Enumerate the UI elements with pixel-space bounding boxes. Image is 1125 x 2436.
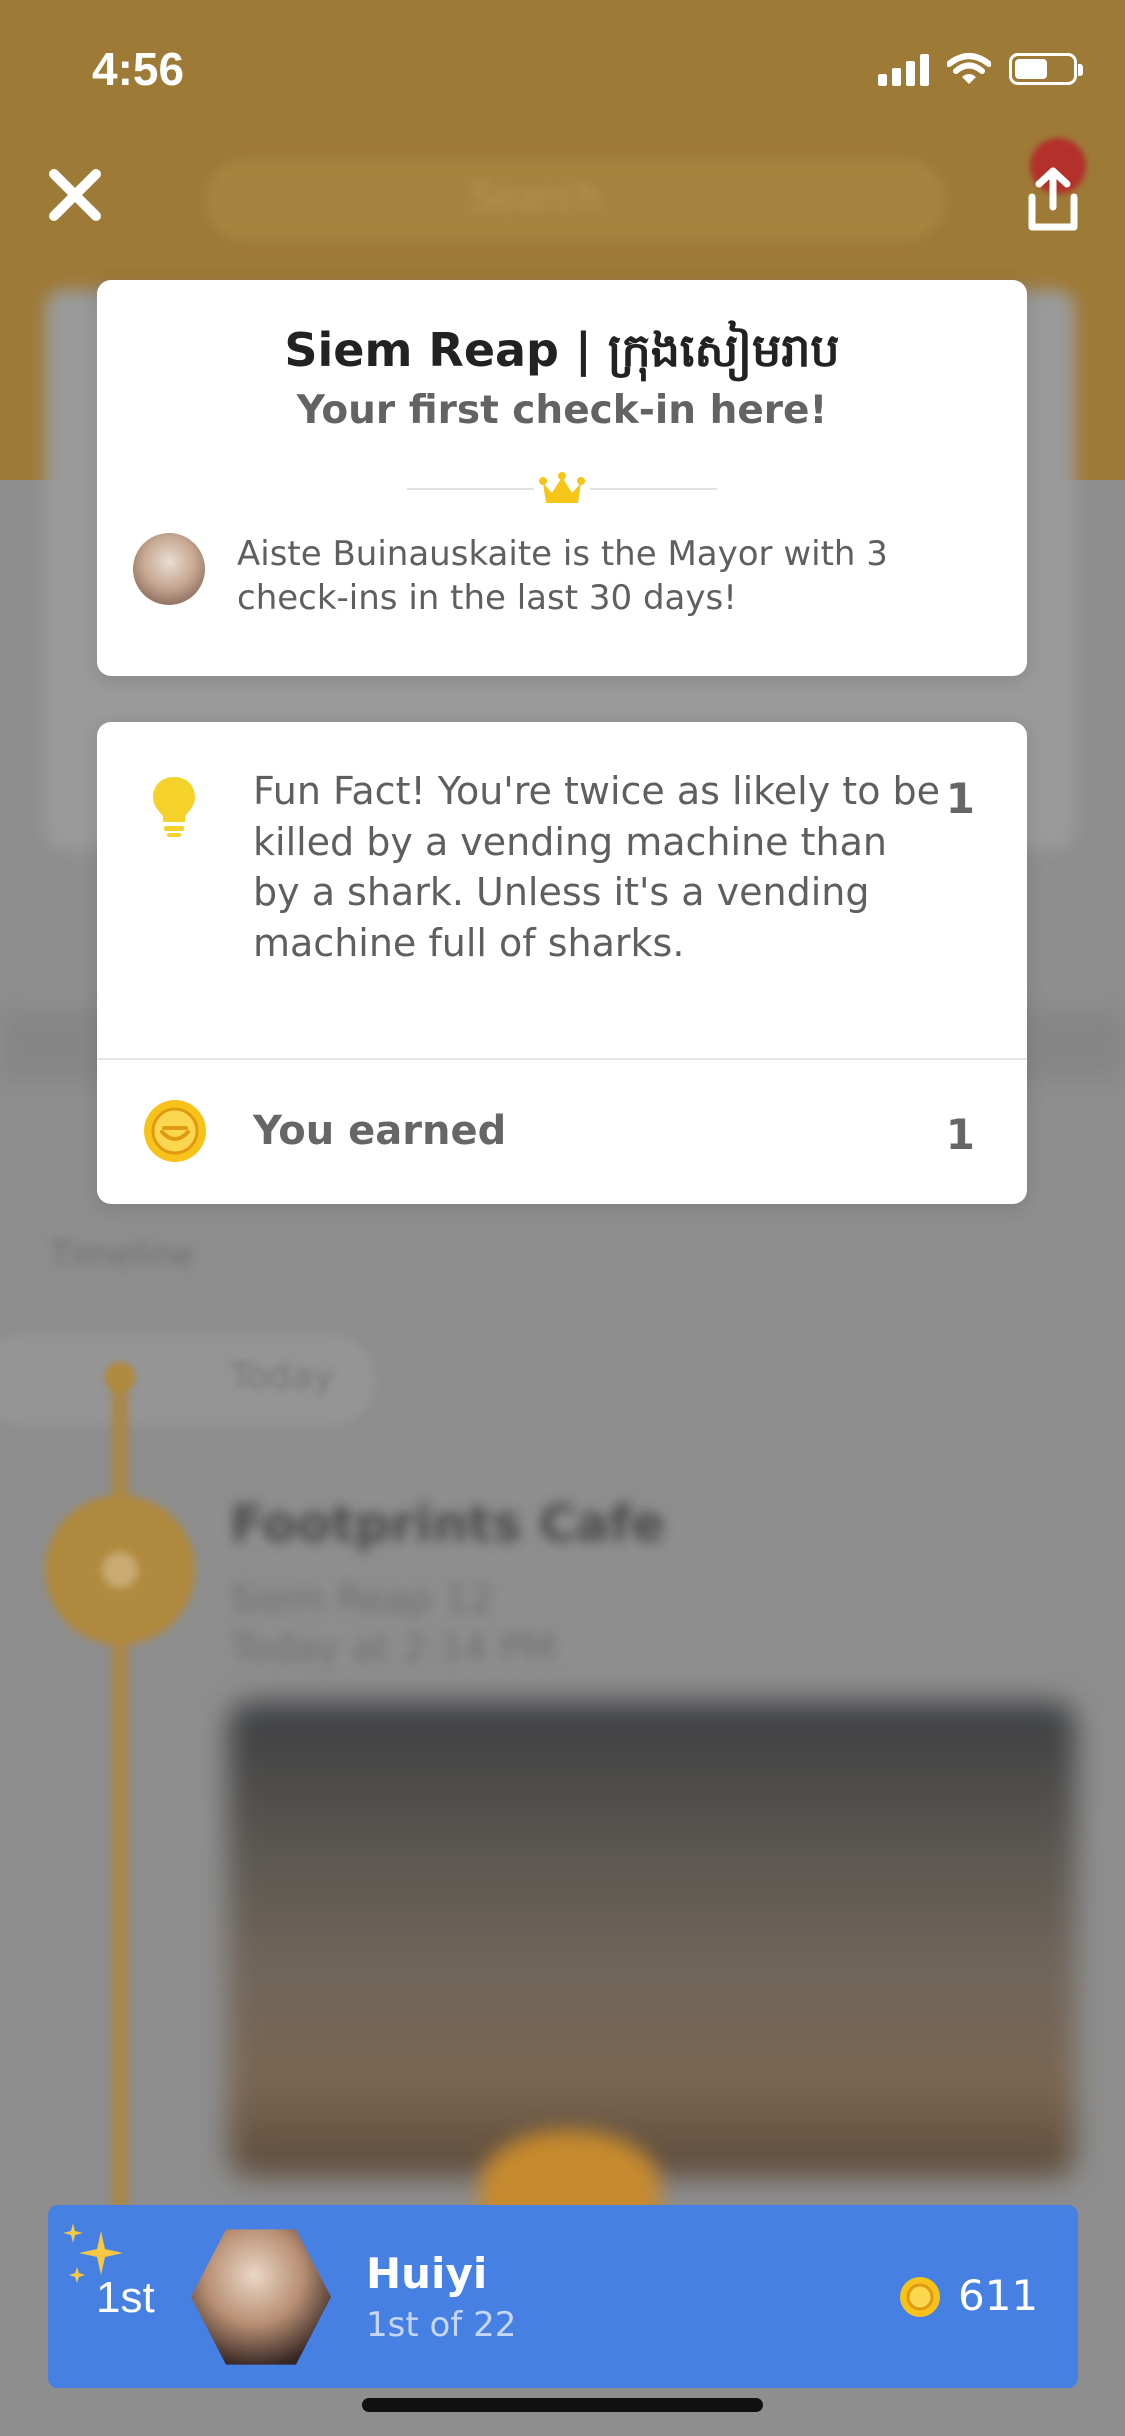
- earned-count: 1: [945, 1110, 975, 1159]
- background-venue-coins: 12: [444, 1577, 494, 1621]
- user-name: Huiyi: [366, 2249, 488, 2298]
- background-venue-name: Footprints Cafe: [230, 1495, 666, 1553]
- first-checkin-subtitle: Your first check-in here!: [296, 388, 828, 433]
- rewards-card: Fun Fact! You're twice as likely to be k…: [97, 722, 1027, 1204]
- crown-icon: [539, 472, 585, 503]
- coin-total: 611: [958, 2271, 1039, 2320]
- leaderboard-banner[interactable]: 1st Huiyi 1st of 22 611: [48, 2205, 1078, 2388]
- user-rank-detail: 1st of 22: [366, 2305, 517, 2345]
- cellular-signal-icon: [878, 52, 929, 86]
- status-time: 4:56: [92, 43, 185, 95]
- background-venue-time: Today at 2:14 PM: [230, 1626, 556, 1671]
- lightbulb-icon: [153, 777, 195, 837]
- coin-icon: [900, 2277, 940, 2317]
- close-icon: [49, 169, 101, 221]
- earned-label: You earned: [253, 1108, 507, 1154]
- background-checkin-icon: [45, 1495, 195, 1645]
- coin-icon: [144, 1100, 206, 1162]
- battery-icon: [1009, 53, 1083, 85]
- mayor-avatar[interactable]: [133, 533, 205, 605]
- venue-title: Siem Reap | ក្រុងសៀមរាប: [284, 323, 840, 377]
- home-indicator[interactable]: [362, 2398, 763, 2412]
- background-venue-meta: Siem Reap 12 Today at 2:14 PM: [230, 1575, 555, 1674]
- status-icons: [878, 48, 1083, 90]
- crown-divider: [407, 467, 717, 511]
- mayor-info-text: Aiste Buinauskaite is the Mayor with 3 c…: [237, 534, 888, 618]
- share-button[interactable]: [1018, 160, 1088, 240]
- close-button[interactable]: [40, 160, 110, 230]
- share-icon: [1028, 167, 1078, 231]
- venue-checkin-card: Siem Reap | ក្រុងសៀមរាប Your first check…: [97, 280, 1027, 676]
- background-timeline-dot: [105, 1362, 135, 1392]
- wifi-icon: [947, 53, 991, 84]
- background-venue-location: Siem Reap: [230, 1577, 433, 1621]
- background-today-label: Today: [230, 1356, 335, 1397]
- fun-fact-text: Fun Fact! You're twice as likely to be k…: [253, 769, 941, 965]
- background-search-placeholder: Search: [470, 175, 601, 219]
- fun-fact-count: 1: [945, 774, 975, 823]
- user-avatar[interactable]: [191, 2229, 331, 2365]
- background-timeline-label: Timeline: [50, 1235, 195, 1275]
- card-divider: [97, 1058, 1027, 1060]
- background-venue-photo: [228, 1702, 1076, 2177]
- leaderboard-rank: 1st: [96, 2273, 155, 2322]
